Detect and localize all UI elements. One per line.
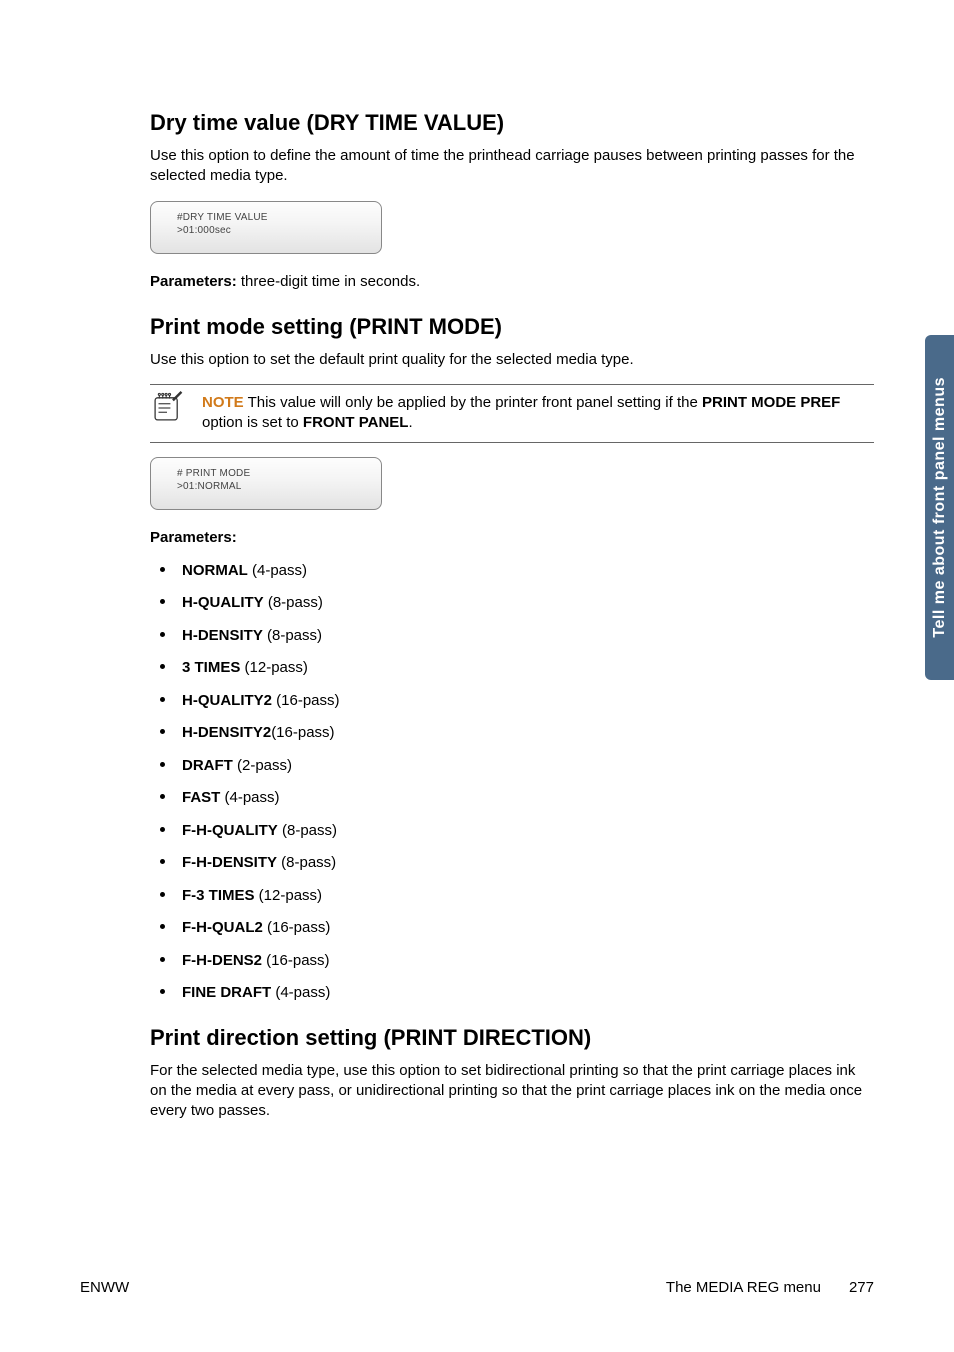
item-bold: F-H-DENS2 [182,952,262,969]
heading-dry-time: Dry time value (DRY TIME VALUE) [150,110,874,136]
note-bold2: FRONT PANEL [303,414,409,431]
note-mid: option is set to [202,414,303,431]
item-bold: FAST [182,789,220,806]
item-bold: NORMAL [182,562,248,579]
list-item: FAST (4-pass) [150,788,874,808]
note-icon [150,391,184,425]
desc-print-direction: For the selected media type, use this op… [150,1061,874,1122]
section-print-direction: Print direction setting (PRINT DIRECTION… [150,1025,874,1122]
params-label: Parameters: [150,273,237,290]
item-rest: (16-pass) [272,692,340,709]
item-bold: H-DENSITY [182,627,263,644]
list-item: H-QUALITY2 (16-pass) [150,691,874,711]
list-item: NORMAL (4-pass) [150,561,874,581]
item-rest: (4-pass) [271,984,330,1001]
list-item: F-3 TIMES (12-pass) [150,886,874,906]
item-bold: H-DENSITY2 [182,724,271,741]
list-item: DRAFT (2-pass) [150,756,874,776]
note-bold1: PRINT MODE PREF [702,394,840,411]
item-rest: (8-pass) [264,594,323,611]
list-item: F-H-DENSITY (8-pass) [150,853,874,873]
note-label: NOTE [202,394,244,411]
item-rest: (4-pass) [248,562,307,579]
params-label: Parameters: [150,529,237,546]
params-dry-time: Parameters: three-digit time in seconds. [150,272,874,292]
heading-print-direction: Print direction setting (PRINT DIRECTION… [150,1025,874,1051]
note-post: . [408,414,412,431]
heading-print-mode: Print mode setting (PRINT MODE) [150,314,874,340]
item-rest: (12-pass) [240,659,308,676]
list-item: 3 TIMES (12-pass) [150,658,874,678]
item-bold: F-H-DENSITY [182,854,277,871]
item-bold: F-H-QUALITY [182,822,278,839]
print-mode-list: NORMAL (4-pass) H-QUALITY (8-pass) H-DEN… [150,561,874,1003]
lcd-line2: >01:000sec [177,225,381,236]
item-bold: H-QUALITY [182,594,264,611]
desc-dry-time: Use this option to define the amount of … [150,146,874,187]
footer-right: The MEDIA REG menu 277 [666,1279,874,1296]
item-rest: (16-pass) [262,952,330,969]
note-text: NOTE This value will only be applied by … [202,393,874,434]
note-block: NOTE This value will only be applied by … [150,384,874,443]
item-rest: (8-pass) [277,854,336,871]
page-content: Dry time value (DRY TIME VALUE) Use this… [0,0,954,1190]
lcd-dry-time: #DRY TIME VALUE >01:000sec [150,201,382,254]
footer-section: The MEDIA REG menu [666,1279,821,1296]
lcd-line1: # PRINT MODE [177,468,381,479]
params-print-mode: Parameters: [150,528,874,548]
section-dry-time: Dry time value (DRY TIME VALUE) Use this… [150,110,874,292]
page-footer: ENWW The MEDIA REG menu 277 [80,1279,874,1296]
item-bold: F-H-QUAL2 [182,919,263,936]
item-rest: (8-pass) [278,822,337,839]
lcd-line1: #DRY TIME VALUE [177,212,381,223]
page-number: 277 [849,1279,874,1296]
side-tab: Tell me about front panel menus [925,335,954,680]
item-bold: H-QUALITY2 [182,692,272,709]
list-item: F-H-QUAL2 (16-pass) [150,918,874,938]
item-rest: (12-pass) [255,887,323,904]
item-rest: (4-pass) [220,789,279,806]
lcd-line2: >01:NORMAL [177,481,381,492]
item-rest: (2-pass) [233,757,292,774]
item-rest: (8-pass) [263,627,322,644]
item-bold: DRAFT [182,757,233,774]
lcd-print-mode: # PRINT MODE >01:NORMAL [150,457,382,510]
params-text: three-digit time in seconds. [237,273,420,290]
section-print-mode: Print mode setting (PRINT MODE) Use this… [150,314,874,1003]
footer-left: ENWW [80,1279,129,1296]
item-rest: (16-pass) [263,919,331,936]
note-pre: This value will only be applied by the p… [244,394,702,411]
item-rest: (16-pass) [271,724,334,741]
item-bold: F-3 TIMES [182,887,255,904]
list-item: F-H-DENS2 (16-pass) [150,951,874,971]
list-item: H-DENSITY2(16-pass) [150,723,874,743]
list-item: F-H-QUALITY (8-pass) [150,821,874,841]
list-item: FINE DRAFT (4-pass) [150,983,874,1003]
side-tab-label: Tell me about front panel menus [931,377,949,638]
item-bold: 3 TIMES [182,659,240,676]
desc-print-mode: Use this option to set the default print… [150,350,874,370]
list-item: H-DENSITY (8-pass) [150,626,874,646]
list-item: H-QUALITY (8-pass) [150,593,874,613]
item-bold: FINE DRAFT [182,984,271,1001]
